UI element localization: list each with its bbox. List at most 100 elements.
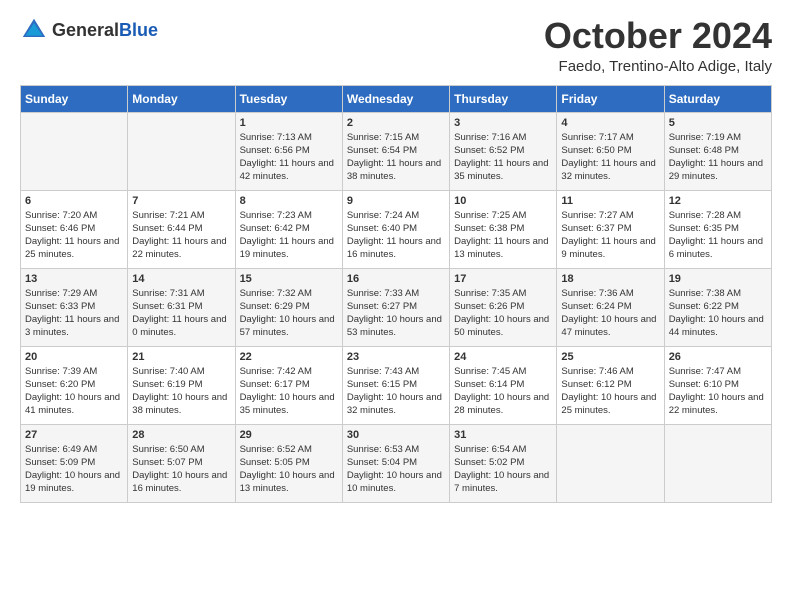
day-header-saturday: Saturday (664, 85, 771, 112)
calendar-cell: 14 Sunrise: 7:31 AM Sunset: 6:31 PM Dayli… (128, 268, 235, 346)
day-number: 16 (347, 273, 445, 285)
day-content: Sunrise: 6:52 AM Sunset: 5:05 PM Dayligh… (240, 443, 338, 496)
day-header-friday: Friday (557, 85, 664, 112)
day-content: Sunrise: 7:27 AM Sunset: 6:37 PM Dayligh… (561, 209, 659, 262)
day-number: 26 (669, 351, 767, 363)
day-number: 23 (347, 351, 445, 363)
calendar-cell: 18Sunrise: 7:36 AM Sunset: 6:24 PM Dayli… (557, 268, 664, 346)
day-number: 17 (454, 273, 552, 285)
title-block: October 2024 Faedo, Trentino-Alto Adige,… (544, 16, 772, 75)
calendar-cell: 20Sunrise: 7:39 AM Sunset: 6:20 PM Dayli… (21, 346, 128, 424)
day-content: Sunrise: 7:29 AM Sunset: 6:33 PM Dayligh… (25, 287, 123, 340)
day-content: Sunrise: 7:46 AM Sunset: 6:12 PM Dayligh… (561, 365, 659, 418)
day-content: Sunrise: 7:32 AM Sunset: 6:29 PM Dayligh… (240, 287, 338, 340)
calendar-cell (557, 424, 664, 502)
day-number: 19 (669, 273, 767, 285)
day-content: Sunrise: 7:35 AM Sunset: 6:26 PM Dayligh… (454, 287, 552, 340)
location-title: Faedo, Trentino-Alto Adige, Italy (544, 58, 772, 75)
day-number: 7 (132, 195, 230, 207)
day-content: Sunrise: 6:50 AM Sunset: 5:07 PM Dayligh… (132, 443, 230, 496)
day-header-tuesday: Tuesday (235, 85, 342, 112)
day-number: 22 (240, 351, 338, 363)
day-content: Sunrise: 7:24 AM Sunset: 6:40 PM Dayligh… (347, 209, 445, 262)
day-content: Sunrise: 7:21 AM Sunset: 6:44 PM Dayligh… (132, 209, 230, 262)
logo-text-general: General (52, 20, 119, 40)
day-content: Sunrise: 7:47 AM Sunset: 6:10 PM Dayligh… (669, 365, 767, 418)
day-content: Sunrise: 7:40 AM Sunset: 6:19 PM Dayligh… (132, 365, 230, 418)
calendar-cell: 1 Sunrise: 7:13 AM Sunset: 6:56 PM Daylig… (235, 112, 342, 190)
calendar-cell: 26 Sunrise: 7:47 AM Sunset: 6:10 PM Dayli… (664, 346, 771, 424)
day-header-thursday: Thursday (450, 85, 557, 112)
day-number: 28 (132, 429, 230, 441)
day-number: 9 (347, 195, 445, 207)
day-content: Sunrise: 7:25 AM Sunset: 6:38 PM Dayligh… (454, 209, 552, 262)
day-number: 14 (132, 273, 230, 285)
day-number: 11 (561, 195, 659, 207)
page-header: GeneralBlue October 2024 Faedo, Trentino… (20, 16, 772, 75)
calendar-cell: 21 Sunrise: 7:40 AM Sunset: 6:19 PM Dayli… (128, 346, 235, 424)
calendar-cell: 29 Sunrise: 6:52 AM Sunset: 5:05 PM Dayli… (235, 424, 342, 502)
calendar-cell: 25 Sunrise: 7:46 AM Sunset: 6:12 PM Dayli… (557, 346, 664, 424)
calendar-cell: 10 Sunrise: 7:25 AM Sunset: 6:38 PM Dayli… (450, 190, 557, 268)
calendar-cell: 24 Sunrise: 7:45 AM Sunset: 6:14 PM Dayli… (450, 346, 557, 424)
day-number: 4 (561, 117, 659, 129)
calendar-cell: 30Sunrise: 6:53 AM Sunset: 5:04 PM Dayli… (342, 424, 449, 502)
day-content: Sunrise: 7:42 AM Sunset: 6:17 PM Dayligh… (240, 365, 338, 418)
calendar-cell: 4Sunrise: 7:17 AM Sunset: 6:50 PM Daylig… (557, 112, 664, 190)
day-content: Sunrise: 7:39 AM Sunset: 6:20 PM Dayligh… (25, 365, 123, 418)
calendar-cell: 8 Sunrise: 7:23 AM Sunset: 6:42 PM Daylig… (235, 190, 342, 268)
month-title: October 2024 (544, 16, 772, 56)
day-number: 18 (561, 273, 659, 285)
day-content: Sunrise: 7:38 AM Sunset: 6:22 PM Dayligh… (669, 287, 767, 340)
calendar-week-5: 27Sunrise: 6:49 AM Sunset: 5:09 PM Dayli… (21, 424, 772, 502)
calendar-week-4: 20Sunrise: 7:39 AM Sunset: 6:20 PM Dayli… (21, 346, 772, 424)
day-content: Sunrise: 7:13 AM Sunset: 6:56 PM Dayligh… (240, 131, 338, 184)
day-number: 3 (454, 117, 552, 129)
day-number: 29 (240, 429, 338, 441)
calendar-cell: 28 Sunrise: 6:50 AM Sunset: 5:07 PM Dayli… (128, 424, 235, 502)
day-number: 31 (454, 429, 552, 441)
day-number: 12 (669, 195, 767, 207)
day-number: 6 (25, 195, 123, 207)
day-content: Sunrise: 7:31 AM Sunset: 6:31 PM Dayligh… (132, 287, 230, 340)
calendar-cell: 3 Sunrise: 7:16 AM Sunset: 6:52 PM Daylig… (450, 112, 557, 190)
calendar-cell (21, 112, 128, 190)
day-number: 5 (669, 117, 767, 129)
day-content: Sunrise: 7:45 AM Sunset: 6:14 PM Dayligh… (454, 365, 552, 418)
calendar-cell: 12 Sunrise: 7:28 AM Sunset: 6:35 PM Dayli… (664, 190, 771, 268)
calendar-cell: 5 Sunrise: 7:19 AM Sunset: 6:48 PM Daylig… (664, 112, 771, 190)
day-content: Sunrise: 7:28 AM Sunset: 6:35 PM Dayligh… (669, 209, 767, 262)
day-header-monday: Monday (128, 85, 235, 112)
day-content: Sunrise: 7:15 AM Sunset: 6:54 PM Dayligh… (347, 131, 445, 184)
day-number: 30 (347, 429, 445, 441)
calendar-cell: 16 Sunrise: 7:33 AM Sunset: 6:27 PM Dayli… (342, 268, 449, 346)
day-content: Sunrise: 7:16 AM Sunset: 6:52 PM Dayligh… (454, 131, 552, 184)
day-number: 24 (454, 351, 552, 363)
logo-text-blue: Blue (119, 20, 158, 40)
calendar-cell: 27Sunrise: 6:49 AM Sunset: 5:09 PM Dayli… (21, 424, 128, 502)
day-content: Sunrise: 6:54 AM Sunset: 5:02 PM Dayligh… (454, 443, 552, 496)
calendar-cell (664, 424, 771, 502)
day-number: 15 (240, 273, 338, 285)
day-content: Sunrise: 7:23 AM Sunset: 6:42 PM Dayligh… (240, 209, 338, 262)
day-number: 21 (132, 351, 230, 363)
calendar-week-1: 1 Sunrise: 7:13 AM Sunset: 6:56 PM Daylig… (21, 112, 772, 190)
day-number: 8 (240, 195, 338, 207)
calendar-table: SundayMondayTuesdayWednesdayThursdayFrid… (20, 85, 772, 503)
calendar-cell: 6 Sunrise: 7:20 AM Sunset: 6:46 PM Daylig… (21, 190, 128, 268)
calendar-cell: 31 Sunrise: 6:54 AM Sunset: 5:02 PM Dayli… (450, 424, 557, 502)
calendar-cell: 13Sunrise: 7:29 AM Sunset: 6:33 PM Dayli… (21, 268, 128, 346)
day-number: 10 (454, 195, 552, 207)
day-number: 1 (240, 117, 338, 129)
day-content: Sunrise: 7:19 AM Sunset: 6:48 PM Dayligh… (669, 131, 767, 184)
day-number: 25 (561, 351, 659, 363)
logo: GeneralBlue (20, 16, 158, 44)
calendar-cell: 23Sunrise: 7:43 AM Sunset: 6:15 PM Dayli… (342, 346, 449, 424)
logo-icon (20, 16, 48, 44)
calendar-cell: 11 Sunrise: 7:27 AM Sunset: 6:37 PM Dayli… (557, 190, 664, 268)
day-content: Sunrise: 7:33 AM Sunset: 6:27 PM Dayligh… (347, 287, 445, 340)
day-header-wednesday: Wednesday (342, 85, 449, 112)
calendar-cell: 17 Sunrise: 7:35 AM Sunset: 6:26 PM Dayli… (450, 268, 557, 346)
day-number: 27 (25, 429, 123, 441)
day-content: Sunrise: 7:20 AM Sunset: 6:46 PM Dayligh… (25, 209, 123, 262)
